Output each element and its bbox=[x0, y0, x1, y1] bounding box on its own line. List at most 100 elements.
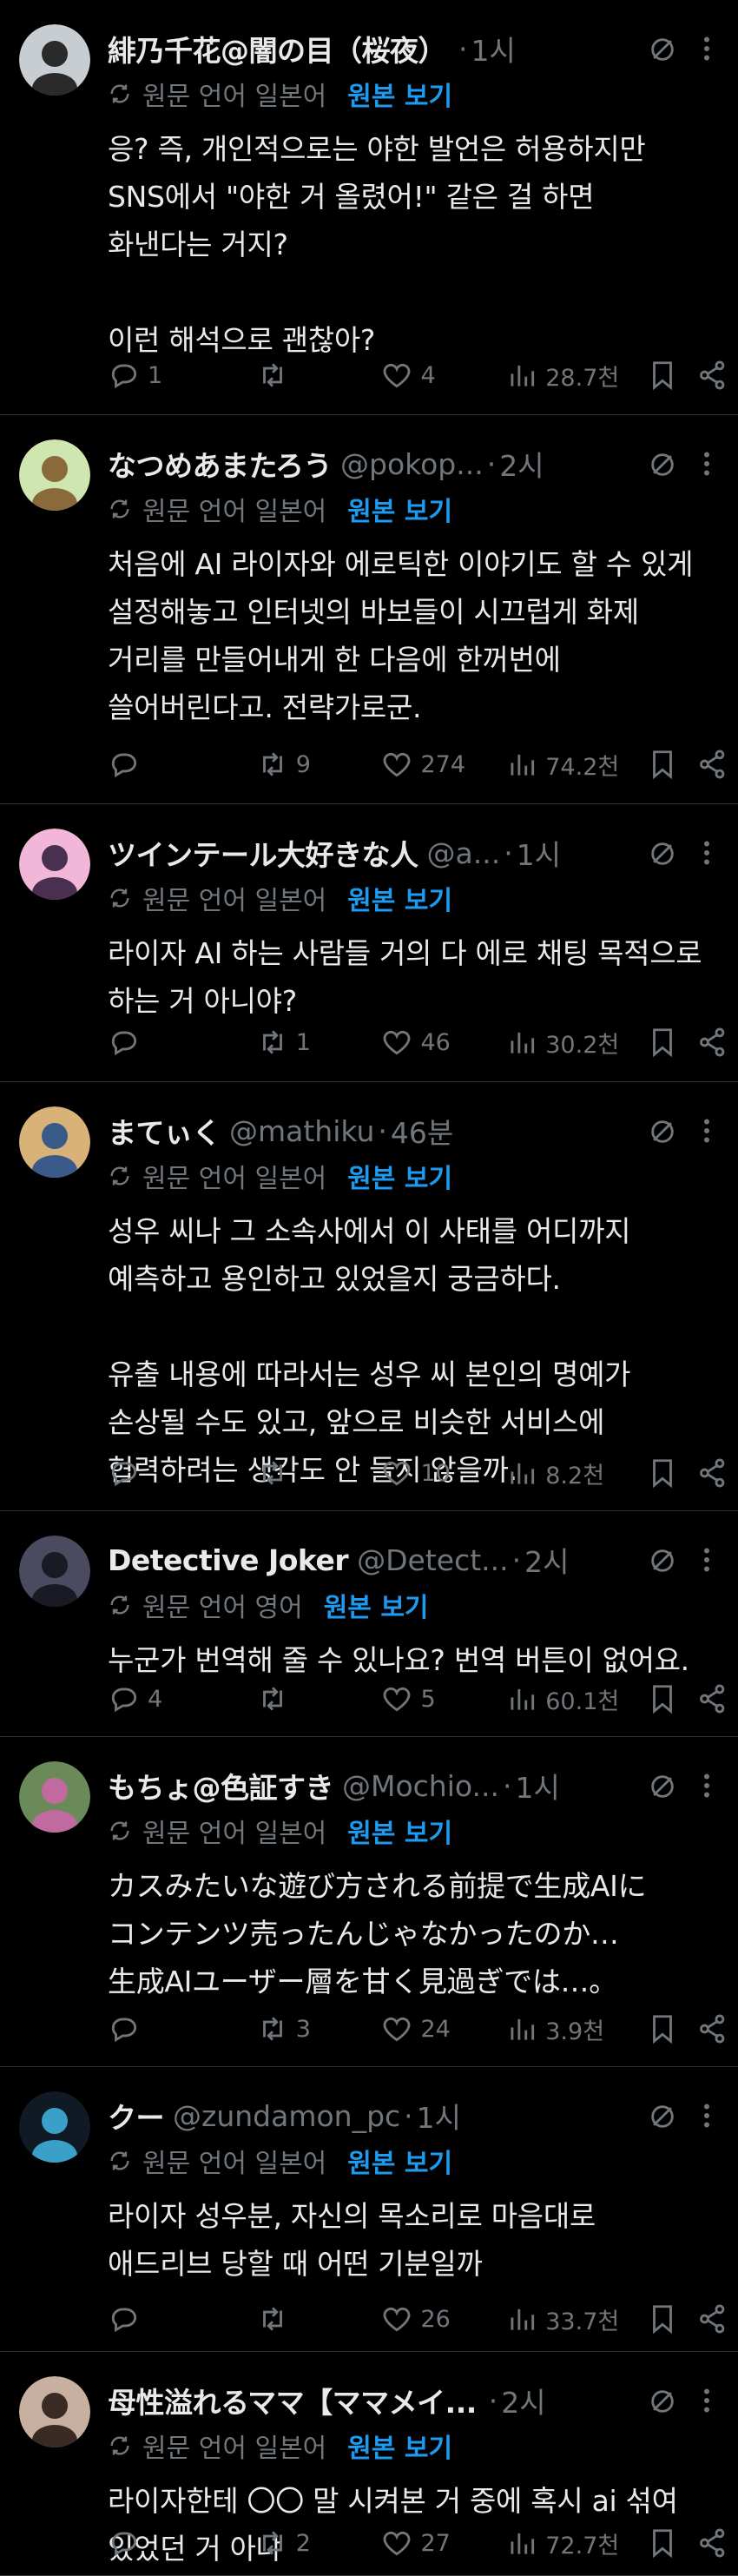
timestamp[interactable]: 46분 bbox=[391, 1110, 453, 1152]
reply-button[interactable] bbox=[108, 1026, 256, 1059]
display-name[interactable]: もちょ@色証すき bbox=[108, 1765, 334, 1807]
like-button[interactable]: 10 bbox=[380, 1456, 505, 1489]
share-button[interactable] bbox=[696, 359, 729, 392]
reply-button[interactable] bbox=[108, 2526, 256, 2559]
share-button[interactable] bbox=[696, 748, 729, 781]
reply-button[interactable] bbox=[108, 2012, 256, 2045]
timestamp[interactable]: 1시 bbox=[417, 2095, 461, 2137]
views-button[interactable]: 28.7천 bbox=[505, 359, 646, 393]
display-name[interactable]: クー bbox=[108, 2095, 165, 2137]
display-name[interactable]: なつめあまたろう bbox=[108, 443, 333, 485]
timestamp[interactable]: 1시 bbox=[515, 1765, 559, 1807]
grok-icon[interactable] bbox=[648, 35, 677, 64]
display-name[interactable]: 緋乃千花@闇の目（桜夜） bbox=[108, 28, 447, 69]
share-button[interactable] bbox=[696, 2526, 729, 2559]
avatar[interactable] bbox=[19, 829, 90, 900]
reply-button[interactable] bbox=[108, 748, 256, 781]
show-original-link[interactable]: 원본 보기 bbox=[347, 490, 452, 528]
retweet-button[interactable] bbox=[256, 359, 381, 392]
bookmark-button[interactable] bbox=[646, 1456, 679, 1489]
like-button[interactable]: 24 bbox=[380, 2012, 505, 2045]
grok-icon[interactable] bbox=[648, 2387, 677, 2416]
like-button[interactable]: 27 bbox=[380, 2526, 505, 2559]
display-name[interactable]: 母性溢れるママ【ママメイ... bbox=[108, 2380, 477, 2421]
more-options-icon[interactable] bbox=[691, 2385, 722, 2416]
reply-button[interactable] bbox=[108, 2302, 256, 2335]
share-button[interactable] bbox=[696, 2012, 729, 2045]
user-handle[interactable]: @Detect... bbox=[357, 1543, 509, 1577]
more-options-icon[interactable] bbox=[691, 1544, 722, 1575]
views-button[interactable]: 33.7천 bbox=[505, 2302, 646, 2336]
views-button[interactable]: 72.7천 bbox=[505, 2526, 646, 2560]
user-handle[interactable]: @zundamon_pc bbox=[173, 2099, 400, 2133]
reply-button[interactable]: 4 bbox=[108, 1682, 256, 1715]
retweet-button[interactable] bbox=[256, 1456, 381, 1489]
grok-icon[interactable] bbox=[648, 1546, 677, 1575]
timestamp[interactable]: 2시 bbox=[499, 443, 544, 485]
retweet-button[interactable] bbox=[256, 2302, 381, 2335]
retweet-button[interactable]: 3 bbox=[256, 2012, 381, 2045]
bookmark-button[interactable] bbox=[646, 359, 679, 392]
tweet[interactable]: もちょ@色証すき @Mochio... · 1시 원문 언어 일본어 원본 보기… bbox=[0, 1737, 738, 2067]
retweet-button[interactable] bbox=[256, 1682, 381, 1715]
share-button[interactable] bbox=[696, 1026, 729, 1059]
tweet[interactable]: Detective Joker @Detect... · 2시 원문 언어 영어… bbox=[0, 1511, 738, 1737]
like-button[interactable]: 5 bbox=[380, 1682, 505, 1715]
views-button[interactable]: 3.9천 bbox=[505, 2012, 646, 2046]
more-options-icon[interactable] bbox=[691, 33, 722, 64]
display-name[interactable]: ツインテール大好きな人 bbox=[108, 832, 418, 874]
tweet[interactable]: ツインテール大好きな人 @a... · 1시 원문 언어 일본어 원본 보기 라… bbox=[0, 804, 738, 1082]
bookmark-button[interactable] bbox=[646, 2302, 679, 2335]
like-button[interactable]: 4 bbox=[380, 359, 505, 392]
avatar[interactable] bbox=[19, 2091, 90, 2163]
more-options-icon[interactable] bbox=[691, 1115, 722, 1146]
timestamp[interactable]: 2시 bbox=[501, 2380, 545, 2421]
retweet-button[interactable]: 1 bbox=[256, 1026, 381, 1059]
tweet[interactable]: 母性溢れるママ【ママメイ... · 2시 원문 언어 일본어 원본 보기 라이자… bbox=[0, 2352, 738, 2576]
timestamp[interactable]: 1시 bbox=[471, 28, 516, 69]
avatar[interactable] bbox=[19, 2376, 90, 2447]
show-original-link[interactable]: 원본 보기 bbox=[324, 1586, 429, 1624]
bookmark-button[interactable] bbox=[646, 1682, 679, 1715]
user-handle[interactable]: @pokop... bbox=[340, 447, 484, 481]
views-button[interactable]: 74.2천 bbox=[505, 748, 646, 782]
retweet-button[interactable]: 9 bbox=[256, 748, 381, 781]
grok-icon[interactable] bbox=[648, 1772, 677, 1801]
avatar[interactable] bbox=[19, 24, 90, 96]
tweet[interactable]: まてぃく @mathiku · 46분 원문 언어 일본어 원본 보기 성우 씨… bbox=[0, 1082, 738, 1511]
timestamp[interactable]: 1시 bbox=[517, 832, 561, 874]
show-original-link[interactable]: 원본 보기 bbox=[347, 879, 452, 917]
tweet[interactable]: なつめあまたろう @pokop... · 2시 원문 언어 일본어 원본 보기 … bbox=[0, 415, 738, 804]
views-button[interactable]: 30.2천 bbox=[505, 1026, 646, 1060]
show-original-link[interactable]: 원본 보기 bbox=[347, 2142, 452, 2180]
more-options-icon[interactable] bbox=[691, 2100, 722, 2131]
grok-icon[interactable] bbox=[648, 2102, 677, 2131]
more-options-icon[interactable] bbox=[691, 1770, 722, 1801]
views-button[interactable]: 60.1천 bbox=[505, 1682, 646, 1716]
avatar[interactable] bbox=[19, 1106, 90, 1178]
bookmark-button[interactable] bbox=[646, 2526, 679, 2559]
tweet[interactable]: 緋乃千花@闇の目（桜夜） · 1시 원문 언어 일본어 원본 보기 응? 즉, … bbox=[0, 0, 738, 415]
more-options-icon[interactable] bbox=[691, 837, 722, 869]
avatar[interactable] bbox=[19, 1536, 90, 1607]
grok-icon[interactable] bbox=[648, 1117, 677, 1146]
bookmark-button[interactable] bbox=[646, 1026, 679, 1059]
views-button[interactable]: 8.2천 bbox=[505, 1456, 646, 1490]
user-handle[interactable]: @Mochio... bbox=[342, 1769, 499, 1803]
like-button[interactable]: 26 bbox=[380, 2302, 505, 2335]
avatar[interactable] bbox=[19, 439, 90, 511]
display-name[interactable]: Detective Joker bbox=[108, 1543, 349, 1577]
user-handle[interactable]: @mathiku bbox=[229, 1114, 374, 1148]
show-original-link[interactable]: 원본 보기 bbox=[347, 2427, 452, 2465]
share-button[interactable] bbox=[696, 2302, 729, 2335]
tweet[interactable]: クー @zundamon_pc · 1시 원문 언어 일본어 원본 보기 라이자… bbox=[0, 2067, 738, 2352]
more-options-icon[interactable] bbox=[691, 448, 722, 479]
user-handle[interactable]: @a... bbox=[427, 836, 501, 870]
avatar[interactable] bbox=[19, 1761, 90, 1833]
grok-icon[interactable] bbox=[648, 450, 677, 479]
show-original-link[interactable]: 원본 보기 bbox=[347, 75, 452, 113]
show-original-link[interactable]: 원본 보기 bbox=[347, 1157, 452, 1195]
display-name[interactable]: まてぃく bbox=[108, 1110, 221, 1152]
share-button[interactable] bbox=[696, 1456, 729, 1489]
grok-icon[interactable] bbox=[648, 839, 677, 869]
